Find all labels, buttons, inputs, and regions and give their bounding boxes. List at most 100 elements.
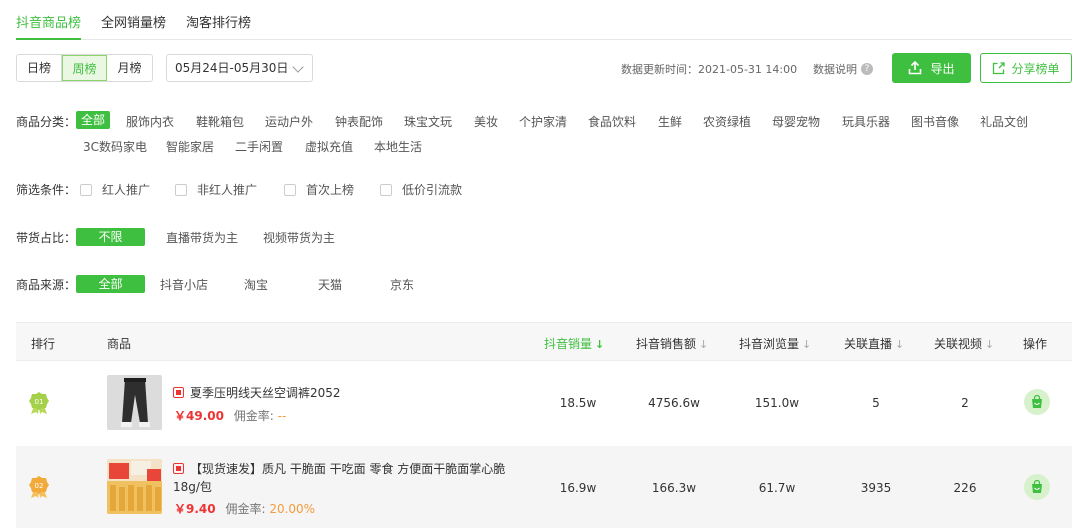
commission-value: 20.00% xyxy=(269,502,316,516)
product-thumbnail[interactable] xyxy=(107,459,162,514)
sort-arrow-icon: ↓ xyxy=(595,338,605,351)
category-item[interactable]: 钟表配饰 xyxy=(335,113,383,130)
checkbox-non-kol-promo[interactable]: 非红人推广 xyxy=(175,181,257,198)
category-item[interactable]: 3C数码家电 xyxy=(83,138,147,155)
product-title[interactable]: 夏季压明线天丝空调裤2052 xyxy=(173,384,513,402)
shop-action-button[interactable] xyxy=(1024,474,1050,500)
category-item[interactable]: 图书音像 xyxy=(911,113,959,130)
checkbox-label: 红人推广 xyxy=(102,183,151,197)
shopping-bag-icon xyxy=(1032,480,1042,493)
date-range-select[interactable]: 05月24日-05月30日 xyxy=(166,54,313,82)
category-all[interactable]: 全部 xyxy=(76,111,110,129)
video-cell: 2 xyxy=(961,396,969,410)
checkbox-kol-promo[interactable]: 红人推广 xyxy=(80,181,150,198)
sort-arrow-icon: ↓ xyxy=(802,338,812,351)
chevron-down-icon xyxy=(292,61,304,73)
live-cell: 5 xyxy=(872,396,880,410)
tab-taoke-ranking[interactable]: 淘客排行榜 xyxy=(186,0,251,40)
data-explain-link[interactable]: 数据说明 ? xyxy=(813,61,873,77)
ratio-video-main[interactable]: 视频带货为主 xyxy=(263,229,335,246)
header-rank: 排行 xyxy=(31,337,56,351)
product-thumbnail[interactable] xyxy=(107,375,162,430)
checkbox-box xyxy=(380,183,392,196)
views-cell: 61.7w xyxy=(758,481,796,495)
header-douyin-views[interactable]: 抖音浏览量 ↓ xyxy=(739,335,811,352)
category-item[interactable]: 个护家清 xyxy=(519,113,567,130)
source-tmall[interactable]: 天猫 xyxy=(318,276,342,293)
category-item[interactable]: 二手闲置 xyxy=(235,138,283,155)
share-label: 分享榜单 xyxy=(1011,61,1060,76)
category-item[interactable]: 珠宝文玩 xyxy=(404,113,452,130)
ratio-unlimited[interactable]: 不限 xyxy=(76,228,145,246)
source-douyin-shop[interactable]: 抖音小店 xyxy=(160,276,208,293)
price-line: ￥9.40 佣金率: 20.00% xyxy=(174,500,315,517)
category-item[interactable]: 鞋靴箱包 xyxy=(196,113,244,130)
export-label: 导出 xyxy=(930,61,955,76)
source-jd[interactable]: 京东 xyxy=(390,276,414,293)
rank-medal-icon: 01 xyxy=(29,392,49,414)
commission-value: -- xyxy=(277,409,287,423)
product-title-text: 【现货速发】质凡 干脆面 干吃面 零食 方便面干脆面掌心脆18g/包 xyxy=(173,462,506,494)
sales-cell: 16.9w xyxy=(559,481,597,495)
source-filter: 商品来源： 全部 抖音小店 淘宝 天猫 京东 xyxy=(16,275,1072,293)
ratio-filter: 带货占比： 不限 直播带货为主 视频带货为主 xyxy=(16,228,1072,246)
checkbox-box xyxy=(175,183,187,196)
source-all[interactable]: 全部 xyxy=(76,275,145,293)
source-label: 商品来源： xyxy=(16,278,77,292)
share-icon xyxy=(993,61,1006,74)
header-related-live[interactable]: 关联直播 ↓ xyxy=(844,335,904,352)
category-item[interactable]: 智能家居 xyxy=(166,138,214,155)
category-item[interactable]: 本地生活 xyxy=(374,138,422,155)
header-label: 关联直播 xyxy=(844,337,893,351)
tab-all-network-sales[interactable]: 全网销量榜 xyxy=(101,0,166,40)
sort-arrow-icon: ↓ xyxy=(895,338,905,351)
checkbox-low-price[interactable]: 低价引流款 xyxy=(380,181,462,198)
category-item[interactable]: 农资绿植 xyxy=(703,113,751,130)
header-label: 抖音销量 xyxy=(544,337,593,351)
monthly-button[interactable]: 月榜 xyxy=(107,55,152,81)
header-douyin-revenue[interactable]: 抖音销售额 ↓ xyxy=(636,335,708,352)
category-item[interactable]: 服饰内衣 xyxy=(126,113,174,130)
tab-douyin-products[interactable]: 抖音商品榜 xyxy=(16,0,82,40)
category-item[interactable]: 玩具乐器 xyxy=(842,113,890,130)
table-row[interactable]: 02 【现货速发】质凡 干脆面 干吃面 零食 方便面干脆面掌心脆18g/包 ￥9… xyxy=(16,446,1072,528)
daily-button[interactable]: 日榜 xyxy=(17,55,62,81)
header-label: 关联视频 xyxy=(934,337,983,351)
checkbox-label: 低价引流款 xyxy=(402,183,463,197)
price-line: ￥49.00 佣金率: -- xyxy=(174,407,286,424)
screen-label: 筛选条件： xyxy=(16,183,77,197)
category-item[interactable]: 礼品文创 xyxy=(980,113,1028,130)
question-icon: ? xyxy=(861,63,873,75)
shop-action-button[interactable] xyxy=(1024,389,1050,415)
upload-icon xyxy=(909,61,922,75)
period-switch: 日榜 周榜 月榜 xyxy=(16,54,153,82)
product-title[interactable]: 【现货速发】质凡 干脆面 干吃面 零食 方便面干脆面掌心脆18g/包 xyxy=(173,460,513,496)
category-item[interactable]: 美妆 xyxy=(474,113,498,130)
checkbox-first-listed[interactable]: 首次上榜 xyxy=(284,181,354,198)
douyin-shop-icon xyxy=(173,463,184,474)
category-item[interactable]: 母婴宠物 xyxy=(772,113,820,130)
revenue-cell: 166.3w xyxy=(651,481,697,495)
share-button[interactable]: 分享榜单 xyxy=(980,53,1072,83)
weekly-button[interactable]: 周榜 xyxy=(62,55,107,81)
category-item[interactable]: 虚拟充值 xyxy=(305,138,353,155)
category-item[interactable]: 生鲜 xyxy=(658,113,682,130)
checkbox-box xyxy=(284,183,296,196)
live-cell: 3935 xyxy=(860,481,892,495)
source-taobao[interactable]: 淘宝 xyxy=(244,276,268,293)
export-button[interactable]: 导出 xyxy=(892,53,971,83)
sort-arrow-icon: ↓ xyxy=(985,338,995,351)
category-item[interactable]: 食品饮料 xyxy=(588,113,636,130)
views-cell: 151.0w xyxy=(754,396,800,410)
table-row[interactable]: 01 夏季压明线天丝空调裤2052 ￥49.00 佣金率: -- 18.5w 4… xyxy=(16,362,1072,444)
douyin-shop-icon xyxy=(173,387,184,398)
ratio-live-main[interactable]: 直播带货为主 xyxy=(166,229,238,246)
revenue-cell: 4756.6w xyxy=(648,396,700,410)
header-douyin-sales[interactable]: 抖音销量 ↓ xyxy=(544,335,604,352)
table-header: 排行 商品 抖音销量 ↓ 抖音销售额 ↓ 抖音浏览量 ↓ 关联直播 ↓ 关联视频 ↓ 操作 xyxy=(16,322,1072,361)
category-item[interactable]: 运动户外 xyxy=(265,113,313,130)
commission-label: 佣金率: xyxy=(233,409,274,423)
price: ￥49.00 xyxy=(174,409,224,423)
header-related-video[interactable]: 关联视频 ↓ xyxy=(934,335,994,352)
header-action: 操作 xyxy=(1023,337,1048,351)
